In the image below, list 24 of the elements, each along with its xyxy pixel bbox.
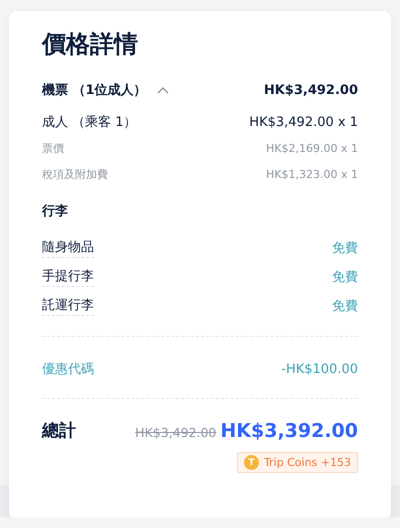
chevron-icon	[156, 86, 169, 94]
passenger-amount: HK$3,492.00 x 1	[249, 114, 358, 130]
ticket-toggle[interactable]: 機票 （1位成人）	[42, 81, 169, 99]
baggage-price: 免費	[332, 269, 358, 286]
fare-label: 票價	[42, 141, 64, 156]
fare-amount: HK$2,169.00 x 1	[266, 142, 358, 155]
baggage-heading: 行李	[42, 203, 69, 220]
coins-label: Trip Coins +153	[264, 456, 351, 469]
fare-amount: HK$1,323.00 x 1	[266, 168, 358, 181]
total-price: HK$3,392.00	[220, 420, 358, 442]
promo-amount: -HK$100.00	[281, 362, 358, 376]
baggage-item[interactable]: 隨身物品	[42, 238, 94, 258]
ticket-amount: HK$3,492.00	[264, 82, 358, 98]
baggage-price: 免費	[332, 240, 358, 257]
passenger-label: 成人 （乘客 1）	[42, 114, 137, 131]
baggage-item[interactable]: 手提行李	[42, 267, 94, 287]
promo-label: 優惠代碼	[42, 361, 94, 378]
baggage-price: 免費	[332, 298, 358, 315]
fare-label: 稅項及附加費	[42, 167, 108, 182]
card-title: 價格詳情	[42, 29, 139, 59]
original-price: HK$3,492.00	[135, 424, 216, 440]
total-label: 總計	[42, 420, 76, 442]
baggage-item[interactable]: 託運行李	[42, 296, 94, 316]
coin-icon: T	[244, 455, 259, 470]
